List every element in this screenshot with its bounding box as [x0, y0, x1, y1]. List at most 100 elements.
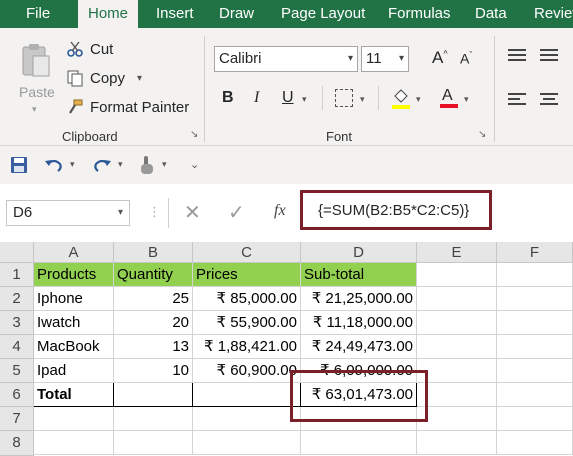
- name-box-dropdown-icon[interactable]: ▾: [118, 201, 123, 225]
- cell-f4[interactable]: [497, 335, 573, 359]
- align-center-icon[interactable]: [540, 92, 558, 111]
- cell-f2[interactable]: [497, 287, 573, 311]
- row-header-6[interactable]: 6: [0, 383, 34, 407]
- font-color-button[interactable]: A: [438, 84, 460, 110]
- font-size-dropdown-icon[interactable]: ▾: [399, 47, 404, 71]
- grow-font-button[interactable]: A^: [432, 48, 448, 68]
- redo-icon[interactable]: [92, 156, 112, 179]
- cell-c5[interactable]: ₹ 60,900.00: [193, 359, 301, 383]
- cell-e6[interactable]: [417, 383, 497, 407]
- cell-b3[interactable]: 20: [114, 311, 193, 335]
- tab-file[interactable]: File: [26, 0, 50, 28]
- tab-insert[interactable]: Insert: [156, 0, 194, 28]
- name-box[interactable]: D6 ▾: [6, 200, 130, 226]
- copy-button[interactable]: Copy ▾: [66, 67, 142, 89]
- cell-e7[interactable]: [417, 407, 497, 431]
- italic-button[interactable]: I: [254, 89, 259, 107]
- cell-e3[interactable]: [417, 311, 497, 335]
- align-left-icon[interactable]: [508, 92, 526, 111]
- paste-icon[interactable]: [20, 42, 52, 80]
- underline-dropdown-icon[interactable]: ▾: [302, 94, 307, 105]
- column-header-d[interactable]: D: [301, 242, 417, 263]
- enter-icon[interactable]: ✓: [228, 200, 245, 225]
- row-header-8[interactable]: 8: [0, 431, 34, 456]
- cell-d4[interactable]: ₹ 24,49,473.00: [301, 335, 417, 359]
- column-header-b[interactable]: B: [114, 242, 193, 263]
- paste-button[interactable]: Paste: [19, 84, 55, 100]
- row-header-3[interactable]: 3: [0, 311, 34, 335]
- cell-e4[interactable]: [417, 335, 497, 359]
- row-header-5[interactable]: 5: [0, 359, 34, 383]
- cell-a4[interactable]: MacBook: [34, 335, 114, 359]
- touch-dropdown-icon[interactable]: ▾: [162, 159, 167, 170]
- cell-c8[interactable]: [193, 431, 301, 455]
- cell-a6[interactable]: Total: [34, 383, 114, 407]
- cell-d8[interactable]: [301, 431, 417, 455]
- save-icon[interactable]: [10, 156, 28, 179]
- cell-a5[interactable]: Ipad: [34, 359, 114, 383]
- cell-a7[interactable]: [34, 407, 114, 431]
- cell-d1[interactable]: Sub-total: [301, 263, 417, 287]
- splitter-dots-icon[interactable]: ⋮: [148, 204, 161, 220]
- cell-e2[interactable]: [417, 287, 497, 311]
- row-header-4[interactable]: 4: [0, 335, 34, 359]
- cell-c3[interactable]: ₹ 55,900.00: [193, 311, 301, 335]
- undo-icon[interactable]: [44, 156, 64, 179]
- select-all-corner[interactable]: [0, 242, 34, 263]
- column-header-e[interactable]: E: [417, 242, 497, 263]
- column-header-c[interactable]: C: [193, 242, 301, 263]
- tab-formulas[interactable]: Formulas: [388, 0, 451, 28]
- row-header-7[interactable]: 7: [0, 407, 34, 431]
- cell-b5[interactable]: 10: [114, 359, 193, 383]
- format-painter-button[interactable]: Format Painter: [66, 96, 189, 118]
- cut-button[interactable]: Cut: [66, 38, 113, 60]
- undo-dropdown-icon[interactable]: ▾: [70, 159, 75, 170]
- font-size-field[interactable]: 11 ▾: [361, 46, 409, 72]
- insert-function-button[interactable]: fx: [274, 202, 286, 220]
- borders-dropdown-icon[interactable]: ▾: [360, 94, 365, 105]
- cell-b4[interactable]: 13: [114, 335, 193, 359]
- touch-mode-icon[interactable]: [138, 154, 156, 181]
- tab-page-layout[interactable]: Page Layout: [281, 0, 365, 28]
- clipboard-launcher-icon[interactable]: ↘: [190, 129, 198, 140]
- tab-data[interactable]: Data: [475, 0, 507, 28]
- copy-dropdown-icon[interactable]: ▾: [137, 73, 142, 84]
- cell-c6[interactable]: [193, 383, 301, 407]
- cell-f1[interactable]: [497, 263, 573, 287]
- font-launcher-icon[interactable]: ↘: [478, 129, 486, 140]
- cell-f3[interactable]: [497, 311, 573, 335]
- row-header-2[interactable]: 2: [0, 287, 34, 311]
- cell-e1[interactable]: [417, 263, 497, 287]
- tab-draw[interactable]: Draw: [219, 0, 254, 28]
- cell-a1[interactable]: Products: [34, 263, 114, 287]
- cell-b8[interactable]: [114, 431, 193, 455]
- cell-d2[interactable]: ₹ 21,25,000.00: [301, 287, 417, 311]
- cell-c4[interactable]: ₹ 1,88,421.00: [193, 335, 301, 359]
- cell-d3[interactable]: ₹ 11,18,000.00: [301, 311, 417, 335]
- cell-c1[interactable]: Prices: [193, 263, 301, 287]
- customize-qat-icon[interactable]: ⌄: [190, 158, 199, 171]
- font-name-dropdown-icon[interactable]: ▾: [348, 47, 353, 71]
- cell-a8[interactable]: [34, 431, 114, 455]
- cell-f8[interactable]: [497, 431, 573, 455]
- paste-dropdown-icon[interactable]: ▾: [32, 104, 37, 115]
- column-header-f[interactable]: F: [497, 242, 573, 263]
- cell-b1[interactable]: Quantity: [114, 263, 193, 287]
- cell-b2[interactable]: 25: [114, 287, 193, 311]
- cell-c2[interactable]: ₹ 85,000.00: [193, 287, 301, 311]
- tab-review[interactable]: Review: [534, 0, 573, 28]
- cell-b6[interactable]: [114, 383, 193, 407]
- cell-b7[interactable]: [114, 407, 193, 431]
- column-header-a[interactable]: A: [34, 242, 114, 263]
- shrink-font-button[interactable]: Aˇ: [460, 50, 472, 67]
- cell-a2[interactable]: Iphone: [34, 287, 114, 311]
- font-color-dropdown-icon[interactable]: ▾: [464, 94, 469, 105]
- cell-e8[interactable]: [417, 431, 497, 455]
- cell-f7[interactable]: [497, 407, 573, 431]
- cell-f6[interactable]: [497, 383, 573, 407]
- align-top-icon[interactable]: [508, 48, 526, 67]
- fill-color-dropdown-icon[interactable]: ▾: [416, 94, 421, 105]
- row-header-1[interactable]: 1: [0, 263, 34, 287]
- formula-input[interactable]: {=SUM(B2:B5*C2:C5)}: [318, 202, 469, 219]
- fill-color-button[interactable]: [390, 86, 412, 110]
